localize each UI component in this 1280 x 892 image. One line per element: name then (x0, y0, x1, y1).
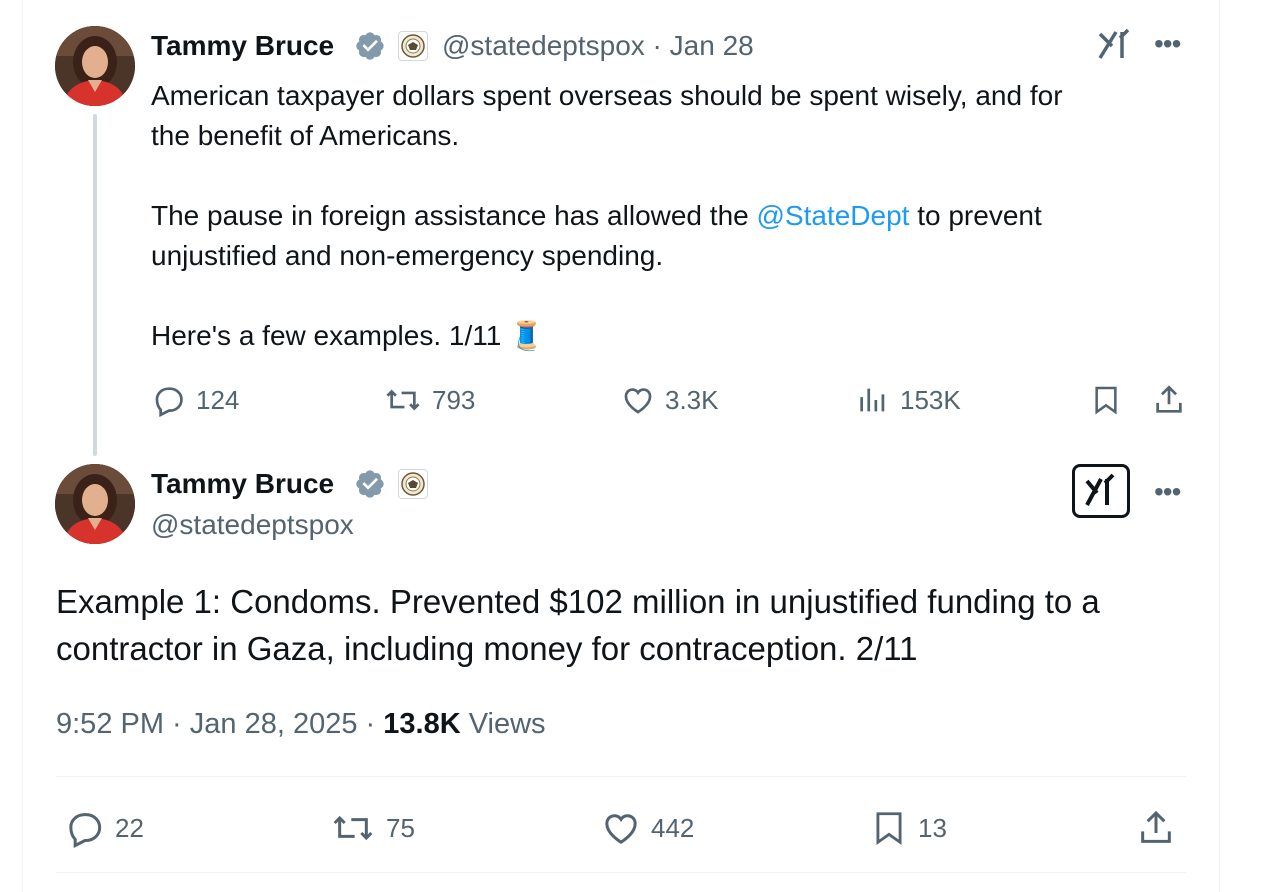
verified-badge-icon[interactable] (354, 468, 386, 500)
views-icon (860, 388, 885, 412)
thread-connector (93, 114, 97, 456)
mention-link[interactable]: @StateDept (757, 200, 910, 231)
bookmark-button[interactable]: 13 (870, 808, 947, 848)
repost-count: 793 (432, 384, 476, 415)
tweet-text-line: unjustified and non-emergency spending. (151, 240, 664, 271)
verified-badge-icon[interactable] (354, 30, 386, 62)
like-button[interactable]: 3.3K (621, 383, 719, 417)
more-icon[interactable]: ••• (1154, 30, 1181, 58)
reply-count: 124 (196, 384, 240, 415)
tweet-text-line: the benefit of Americans. (151, 120, 460, 151)
author-name[interactable]: Tammy Bruce (151, 467, 334, 501)
column-border-left (22, 0, 23, 892)
reply-button[interactable]: 22 (65, 808, 144, 848)
views-count: 153K (900, 384, 961, 415)
repost-count: 75 (386, 812, 415, 843)
handle-and-date[interactable]: @statedeptspox · Jan 28 (442, 29, 754, 63)
tweet-text-segment: to prevent (909, 200, 1042, 231)
avatar[interactable] (55, 464, 135, 544)
reply-button[interactable]: 124 (152, 383, 239, 417)
like-icon (605, 814, 637, 844)
handle[interactable]: @statedeptspox (151, 508, 354, 542)
tweet-text-line: contractor in Gaza, including money for … (56, 630, 918, 667)
like-button[interactable]: 442 (601, 808, 694, 848)
avatar[interactable] (55, 26, 135, 106)
repost-icon (386, 389, 420, 411)
bookmark-icon (876, 812, 902, 846)
grok-icon[interactable] (1098, 28, 1132, 60)
tweet-meta: 9:52 PM · Jan 28, 2025 · 13.8K Views (56, 705, 546, 743)
like-count: 442 (651, 812, 695, 843)
repost-icon (333, 815, 373, 841)
share-button[interactable] (1152, 383, 1186, 417)
views-total: 13.8K (383, 708, 461, 740)
tweet-text-line: Example 1: Condoms. Prevented $102 milli… (56, 583, 1100, 620)
share-icon (1156, 385, 1182, 413)
grok-button[interactable] (1072, 464, 1130, 518)
tweet-body: Example 1: Condoms. Prevented $102 milli… (56, 578, 1100, 672)
reply-icon (69, 813, 102, 848)
tweet-text-line: Here's a few examples. 1/11 🧵 (151, 316, 544, 356)
bookmark-count: 13 (918, 812, 947, 843)
bookmark-button[interactable] (1090, 383, 1122, 417)
tweet-text-line: American taxpayer dollars spent overseas… (151, 80, 1063, 111)
divider (56, 872, 1186, 873)
tweet-text-segment: The pause in foreign assistance has allo… (151, 200, 757, 231)
repost-button[interactable]: 75 (330, 808, 415, 848)
tweet-text-segment: Here's a few examples. 1/11 (151, 320, 502, 351)
tweet-text-line: The pause in foreign assistance has allo… (151, 196, 1042, 236)
reply-count: 22 (115, 812, 144, 843)
more-icon[interactable]: ••• (1154, 478, 1181, 506)
views-label: Views (460, 708, 546, 740)
tweet-timestamp[interactable]: 9:52 PM · Jan 28, 2025 · (56, 708, 383, 740)
us-state-dept-seal-icon[interactable] (398, 469, 428, 499)
like-icon (624, 388, 652, 414)
share-button[interactable] (1136, 808, 1176, 848)
column-border-right (1219, 0, 1220, 892)
thread-emoji: 🧵 (509, 320, 544, 351)
repost-button[interactable]: 793 (384, 383, 475, 417)
views-button[interactable]: 153K (856, 383, 961, 417)
author-name[interactable]: Tammy Bruce (151, 29, 334, 63)
bookmark-icon (1095, 386, 1117, 415)
share-icon (1141, 810, 1171, 843)
divider (56, 776, 1186, 777)
like-count: 3.3K (665, 384, 719, 415)
us-state-dept-seal-icon[interactable] (398, 31, 428, 61)
reply-icon (155, 387, 183, 417)
grok-icon (1085, 473, 1115, 506)
